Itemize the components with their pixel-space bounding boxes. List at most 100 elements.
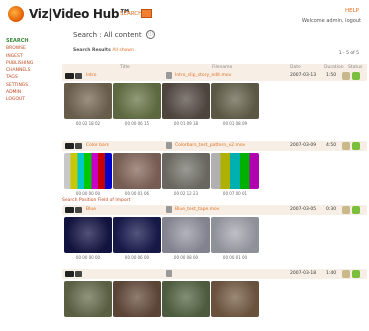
result-row[interactable]: Color bars Colorbars_test_pattern_v2.mov 2…: [62, 141, 367, 203]
search-link[interactable]: SEARCH: [120, 11, 142, 17]
video-thumbnail[interactable]: [162, 217, 210, 253]
page-title: Search : All content: [73, 31, 142, 39]
result-row[interactable]: Intro Intro_clip_story_edit.mov 2007-03-13…: [62, 71, 367, 133]
timecode: 00 00 00 00: [75, 191, 101, 196]
status-ok-icon[interactable]: [352, 206, 360, 214]
edit-icon[interactable]: [342, 142, 350, 150]
result-row-header: 2007-03-18 1:40: [62, 269, 367, 279]
sidebar-item-settings[interactable]: SETTINGS: [6, 82, 52, 89]
result-row[interactable]: 2007-03-18 1:40: [62, 269, 367, 331]
video-thumbnail[interactable]: [113, 281, 161, 317]
clip-icon[interactable]: [75, 143, 82, 149]
video-thumbnail[interactable]: [162, 83, 210, 119]
results-label-text: Search Results: [73, 48, 111, 53]
video-thumbnail[interactable]: [113, 153, 161, 189]
result-duration: 4:50: [326, 143, 337, 148]
timecode: 00 01 09 18: [173, 121, 199, 126]
video-thumbnail[interactable]: [64, 281, 112, 317]
video-thumbnail[interactable]: [113, 83, 161, 119]
result-row-header: Intro Intro_clip_story_edit.mov 2007-03-13…: [62, 71, 367, 81]
result-title[interactable]: Intro: [86, 73, 96, 78]
timecode: 00 01 08 09: [222, 121, 248, 126]
file-icon: [166, 270, 172, 277]
result-caption[interactable]: Search Position Field of Import: [62, 198, 130, 203]
video-thumbnail[interactable]: [162, 281, 210, 317]
video-thumbnail[interactable]: [64, 83, 112, 119]
help-link[interactable]: HELP: [345, 8, 359, 14]
timecode: 00 00 06 00: [124, 255, 150, 260]
sidebar-item-search[interactable]: SEARCH: [6, 38, 52, 45]
result-date: 2007-03-13: [290, 73, 317, 78]
edit-icon[interactable]: [342, 270, 350, 278]
result-filename[interactable]: Intro_clip_story_edit.mov: [175, 73, 231, 78]
show-all-link[interactable]: All shown: [112, 48, 134, 53]
search-flag-icon[interactable]: [141, 9, 152, 18]
sidebar-item-publishing[interactable]: PUBLISHING: [6, 60, 52, 67]
app-title: Viz|Video Hub™: [29, 7, 131, 21]
video-icon[interactable]: [65, 143, 74, 149]
timecode: 00 00 08 00: [173, 255, 199, 260]
result-filename[interactable]: Colorbars_test_pattern_v2.mov: [175, 143, 245, 148]
result-row-header: Blue Blue_test_tape.mov 2007-03-05 0:30: [62, 205, 367, 215]
col-header-status[interactable]: Status: [348, 65, 362, 70]
status-ok-icon[interactable]: [352, 270, 360, 278]
video-thumbnail[interactable]: [211, 281, 259, 317]
video-thumbnail[interactable]: [211, 217, 259, 253]
status-ok-icon[interactable]: [352, 72, 360, 80]
logo-icon: [8, 6, 24, 22]
video-thumbnail[interactable]: [64, 153, 112, 189]
file-icon: [166, 142, 172, 149]
clip-icon[interactable]: [75, 271, 82, 277]
user-info[interactable]: Welcome admin, logout: [302, 18, 361, 24]
timecode: 00 02 12 23: [173, 191, 199, 196]
pager: 1 - 5 of 5: [338, 51, 359, 56]
result-date: 2007-03-09: [290, 143, 317, 148]
col-header-title[interactable]: Title: [120, 65, 130, 70]
video-icon[interactable]: [65, 271, 74, 277]
result-date: 2007-03-18: [290, 271, 317, 276]
col-header-date[interactable]: Date: [290, 65, 301, 70]
sidebar-item-admin[interactable]: ADMIN: [6, 89, 52, 96]
result-filename[interactable]: Blue_test_tape.mov: [175, 207, 219, 212]
video-thumbnail[interactable]: [211, 153, 259, 189]
clip-icon[interactable]: [75, 73, 82, 79]
result-duration: 1:50: [326, 73, 337, 78]
video-icon[interactable]: [65, 73, 74, 79]
status-ok-icon[interactable]: [352, 142, 360, 150]
video-icon[interactable]: [65, 207, 74, 213]
info-icon[interactable]: ⓘ: [146, 30, 155, 39]
sidebar-item-ingest[interactable]: INGEST: [6, 53, 52, 60]
clip-icon[interactable]: [75, 207, 82, 213]
timecode: 00 00 01 00: [222, 255, 248, 260]
result-row-header: Color bars Colorbars_test_pattern_v2.mov 2…: [62, 141, 367, 151]
result-title[interactable]: Color bars: [86, 143, 109, 148]
sidebar-item-channels[interactable]: CHANNELS: [6, 67, 52, 74]
timecode: 00 00 06 15: [124, 121, 150, 126]
result-row[interactable]: Blue Blue_test_tape.mov 2007-03-05 0:30 00 0…: [62, 205, 367, 267]
video-thumbnail[interactable]: [162, 153, 210, 189]
col-header-duration[interactable]: Duration: [324, 65, 344, 70]
top-bar: Viz|Video Hub™ SEARCH HELP Welcome admin…: [0, 0, 369, 34]
timecode: 00 07 00 01: [222, 191, 248, 196]
col-header-filename[interactable]: Filename: [212, 65, 232, 70]
timecode: 00 00 00 00: [75, 255, 101, 260]
result-duration: 1:40: [326, 271, 337, 276]
file-icon: [166, 206, 172, 213]
column-headers: Title Filename Date Duration Status: [62, 64, 367, 71]
sidebar-item-logout[interactable]: LOGOUT: [6, 96, 52, 103]
timecode: 00 02 18 02: [75, 121, 101, 126]
result-title[interactable]: Blue: [86, 207, 96, 212]
video-thumbnail[interactable]: [113, 217, 161, 253]
timecode: 00 00 01 06: [124, 191, 150, 196]
video-thumbnail[interactable]: [211, 83, 259, 119]
edit-icon[interactable]: [342, 206, 350, 214]
results-label: Search Results All shown: [73, 48, 134, 53]
edit-icon[interactable]: [342, 72, 350, 80]
file-icon: [166, 72, 172, 79]
video-thumbnail[interactable]: [64, 217, 112, 253]
sidebar-item-tags[interactable]: TAGS: [6, 74, 52, 81]
sidebar-nav: SEARCH BROWSE INGEST PUBLISHING CHANNELS…: [6, 38, 52, 104]
result-duration: 0:30: [326, 207, 337, 212]
sidebar-item-browse[interactable]: BROWSE: [6, 45, 52, 52]
result-date: 2007-03-05: [290, 207, 317, 212]
